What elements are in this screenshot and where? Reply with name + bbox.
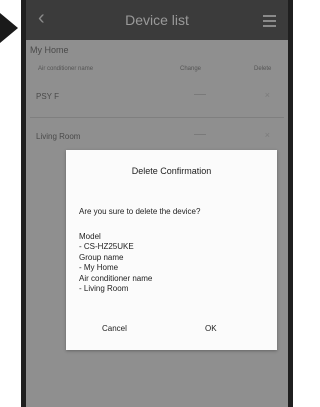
page-title: Device list — [125, 12, 189, 28]
change-icon[interactable] — [194, 94, 206, 95]
header-bar: ‹ Device list — [26, 0, 288, 40]
list-item[interactable]: PSY F × — [26, 78, 288, 118]
dialog-title: Delete Confirmation — [131, 166, 212, 176]
column-header-delete: Delete — [254, 66, 272, 72]
cancel-button[interactable]: Cancel — [102, 324, 127, 333]
delete-confirmation-dialog: Delete Confirmation Are you sure to dele… — [66, 150, 277, 350]
group-name-label: Group name — [79, 252, 124, 262]
column-header-name: Air conditioner name — [38, 66, 94, 72]
delete-icon[interactable]: × — [265, 90, 270, 100]
hamburger-menu-icon[interactable] — [263, 15, 276, 30]
change-icon[interactable] — [194, 134, 206, 135]
ac-name-value: - Living Room — [79, 284, 129, 293]
ac-name-label: Air conditioner name — [79, 273, 153, 283]
model-label: Model — [79, 231, 101, 241]
device-name: PSY F — [36, 92, 59, 101]
dialog-question: Are you sure to delete the device? — [79, 207, 201, 216]
column-header-change: Change — [180, 66, 202, 72]
app-screen: ‹ Device list My Home Air conditioner na… — [26, 0, 288, 407]
ok-button[interactable]: OK — [205, 324, 217, 333]
delete-icon[interactable]: × — [265, 130, 270, 140]
group-name-value: - My Home — [79, 263, 119, 272]
dialog-body: Are you sure to delete the device? Model… — [79, 207, 267, 295]
device-name: Living Room — [36, 132, 81, 141]
group-name: My Home — [30, 45, 69, 55]
pointer-arrow-icon — [0, 13, 18, 43]
model-value: - CS-HZ25UKE — [79, 242, 134, 251]
phone-frame: ‹ Device list My Home Air conditioner na… — [21, 0, 293, 407]
